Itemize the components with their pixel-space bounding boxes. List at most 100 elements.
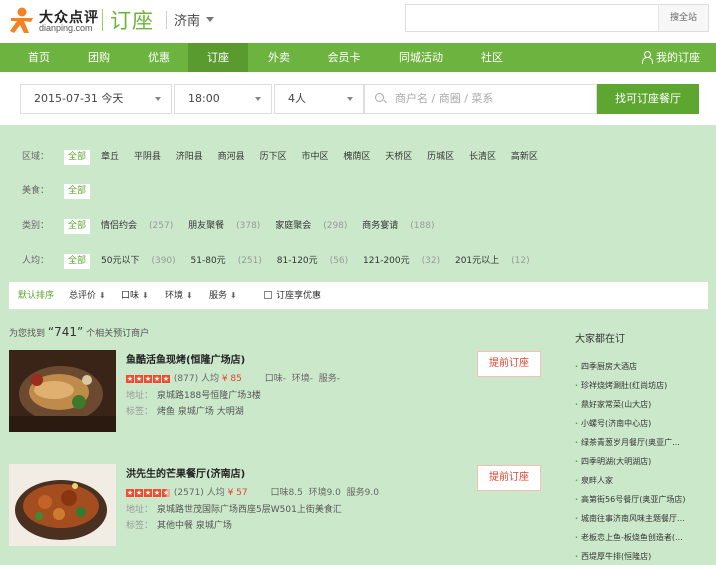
shop-name[interactable]: 鱼酷活鱼现烤(恒隆广场店) [126, 351, 245, 366]
nav-item-community[interactable]: 社区 [468, 43, 516, 72]
shop-photo[interactable] [9, 464, 116, 546]
popular-bookings-sidebar: 大家都在订 四季厨房大酒店 珍祥烧烤涮肚(红尚坊店) 鼎好家常菜(山大店) 小螺… [575, 330, 710, 565]
filter-option[interactable]: 50元以下 (390) [101, 256, 176, 266]
time-select[interactable]: 18:00 [174, 84, 272, 114]
chevron-down-icon [155, 97, 161, 101]
sort-service[interactable]: 服务 ⬇ [209, 282, 237, 310]
star-icon: ★ [144, 489, 152, 497]
nav-item-membership[interactable]: 会员卡 [316, 43, 372, 72]
sidebar-item[interactable]: 高第街56号餐厅(奥亚广场店) [575, 490, 710, 509]
book-ahead-button[interactable]: 提前订座 [477, 351, 541, 377]
shop-photo[interactable] [9, 350, 116, 432]
promo-checkbox[interactable]: 订座享优惠 [264, 282, 321, 310]
keyword-input[interactable]: 商户名 / 商圈 / 菜系 [364, 84, 597, 114]
filter-option[interactable]: 市中区 [301, 152, 328, 162]
avg-price-label: 人均 [206, 488, 225, 498]
filter-label: 美食： [22, 186, 50, 196]
filter-option[interactable]: 槐荫区 [343, 152, 370, 162]
nav-item-events[interactable]: 同城活动 [388, 43, 454, 72]
filter-option[interactable]: 平阴县 [134, 152, 161, 162]
review-count[interactable]: (877) [174, 374, 198, 384]
nav-item-groupbuy[interactable]: 团购 [74, 43, 124, 72]
filter-option[interactable]: 情侣约会 (257) [101, 221, 173, 231]
star-icon: ★ [153, 489, 161, 497]
avg-price: ¥ 85 [221, 374, 242, 384]
chevron-down-icon [347, 97, 353, 101]
filter-option[interactable]: 历城区 [427, 152, 454, 162]
filter-option[interactable]: 家庭聚会 (298) [275, 221, 347, 231]
sidebar-item[interactable]: 四季明湖(大明湖店) [575, 452, 710, 471]
filter-all[interactable]: 全部 [64, 150, 91, 165]
avg-price: ¥ 57 [227, 488, 248, 498]
checkbox-icon[interactable] [264, 291, 272, 299]
filter-option[interactable]: 121-200元 (32) [363, 256, 440, 266]
filter-option[interactable]: 高新区 [511, 152, 538, 162]
arrow-down-icon: ⬇ [186, 291, 193, 300]
sidebar-item[interactable]: 泉畔人家 [575, 471, 710, 490]
top-header: 大众点评 dianping.com 订座 济南 搜全站 [0, 0, 716, 41]
filter-option[interactable]: 历下区 [260, 152, 287, 162]
people-select[interactable]: 4人 [274, 84, 364, 114]
star-icon: ★ [162, 375, 170, 383]
filter-all[interactable]: 全部 [64, 254, 91, 269]
filter-option[interactable]: 51-80元 (251) [191, 256, 262, 266]
nav-item-booking[interactable]: 订座 [188, 43, 248, 72]
filter-label: 人均： [22, 256, 50, 266]
filter-label: 类别： [22, 221, 50, 231]
sidebar-item[interactable]: 绿茶青葱岁月餐厅(奥亚广... [575, 433, 710, 452]
filter-option[interactable]: 天桥区 [385, 152, 412, 162]
sidebar-item[interactable]: 小螺号(济南中心店) [575, 414, 710, 433]
star-icon: ★ [126, 375, 134, 383]
book-ahead-button[interactable]: 提前订座 [477, 465, 541, 491]
city-selector[interactable]: 济南 [174, 10, 200, 29]
filter-option[interactable]: 商务宴请 (188) [362, 221, 434, 231]
nav-item-takeout[interactable]: 外卖 [254, 43, 304, 72]
sort-rating[interactable]: 总评价 ⬇ [69, 282, 106, 310]
date-value: 2015-07-31 今天 [34, 92, 124, 105]
my-booking-link[interactable]: 我的订座 [642, 43, 700, 72]
filter-all[interactable]: 全部 [64, 219, 91, 234]
arrow-down-icon: ⬇ [230, 291, 237, 300]
keyword-placeholder: 商户名 / 商圈 / 菜系 [395, 92, 494, 105]
time-value: 18:00 [188, 92, 220, 105]
filter-option[interactable]: 81-120元 (56) [277, 256, 348, 266]
dianping-logo-icon [10, 7, 33, 33]
shop-name[interactable]: 洪先生的芒果餐厅(济南店) [126, 465, 245, 480]
sidebar-item[interactable]: 鼎好家常菜(山大店) [575, 395, 710, 414]
brand-title[interactable]: 订座 [110, 5, 154, 35]
filter-all[interactable]: 全部 [64, 184, 91, 199]
global-search-input[interactable]: 搜全站 [405, 4, 709, 32]
sort-default[interactable]: 默认排序 [18, 282, 54, 310]
sort-env[interactable]: 环境 ⬇ [165, 282, 193, 310]
chevron-down-icon [255, 97, 261, 101]
sidebar-item[interactable]: 老板恋上鱼-板烧鱼创造者(... [575, 528, 710, 547]
sidebar-item[interactable]: 珍祥烧烤涮肚(红尚坊店) [575, 376, 710, 395]
shop-rating: ★ ★ ★ ★ ★ (2571) 人均 ¥ 57 口味8.5 环境9.0 服务9.0 [126, 485, 379, 498]
person-icon [642, 51, 653, 64]
filter-option[interactable]: 201元以上 (12) [455, 256, 530, 266]
sidebar-item[interactable]: 城南往事济南风味主题餐厅... [575, 509, 710, 528]
search-icon [375, 93, 384, 102]
filter-option[interactable]: 长清区 [469, 152, 496, 162]
dianping-logo[interactable]: 大众点评 dianping.com [8, 4, 100, 36]
filter-option[interactable]: 朋友聚餐 (378) [188, 221, 260, 231]
filter-label: 区域： [22, 152, 50, 162]
nav-item-deals[interactable]: 优惠 [134, 43, 184, 72]
chevron-down-icon[interactable] [206, 17, 214, 22]
sidebar-item[interactable]: 四季厨房大酒店 [575, 357, 710, 376]
filter-option[interactable]: 章丘 [101, 152, 119, 162]
filter-option[interactable]: 济阳县 [176, 152, 203, 162]
star-icon: ★ [126, 489, 134, 497]
search-all-button[interactable]: 搜全站 [658, 5, 708, 31]
filter-option[interactable]: 商河县 [218, 152, 245, 162]
nav-item-home[interactable]: 首页 [14, 43, 64, 72]
sidebar-item[interactable]: 西堤厚牛排(恒隆店) [575, 547, 710, 565]
shop-tags: 标签： 其他中餐 泉城广场 [126, 521, 232, 531]
shop-address: 地址： 泉城路世茂国际广场西座5层W501上街美食汇 [126, 505, 342, 515]
shop-card: 鱼酷活鱼现烤(恒隆广场店) ★ ★ ★ ★ ★ (877) 人均 ¥ 85 口味- 环境… [9, 350, 549, 432]
star-icon: ★ [153, 375, 161, 383]
review-count[interactable]: (2571) [174, 488, 204, 498]
date-select[interactable]: 2015-07-31 今天 [20, 84, 172, 114]
sort-taste[interactable]: 口味 ⬇ [121, 282, 149, 310]
find-restaurants-button[interactable]: 找可订座餐厅 [597, 84, 699, 114]
